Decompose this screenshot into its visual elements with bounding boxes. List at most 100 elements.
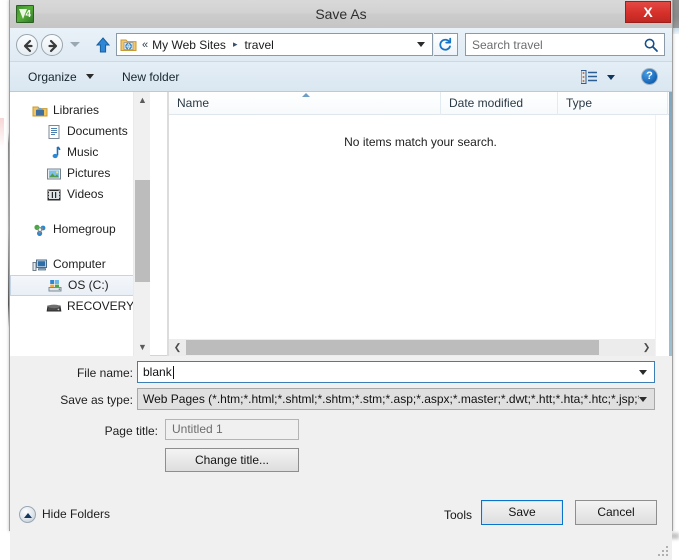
sidebar-item-recovery-d[interactable]: RECOVERY (D:) <box>10 296 150 317</box>
hide-folders-label: Hide Folders <box>42 507 110 521</box>
column-name-label: Name <box>177 96 209 110</box>
address-chevron-down-icon[interactable] <box>417 42 425 47</box>
navpane-scrollbar[interactable]: ▲ ▼ <box>133 92 150 356</box>
arrow-left-icon <box>20 38 36 54</box>
organize-menu[interactable]: Organize <box>22 62 100 92</box>
filelist-horizontal-scrollbar[interactable]: ❮ ❯ <box>169 339 655 356</box>
save-as-dialog: 4 Save As X <box>9 0 673 531</box>
videos-icon <box>46 187 62 203</box>
sidebar-item-label: Homegroup <box>53 219 116 240</box>
breadcrumb-travel[interactable]: travel <box>244 38 273 52</box>
sidebar-item-label: OS (C:) <box>68 275 109 296</box>
tree-group-spacer <box>10 240 150 254</box>
view-chevron-down-icon[interactable] <box>607 75 615 80</box>
search-icon[interactable] <box>643 37 659 56</box>
sidebar-item-documents[interactable]: Documents <box>10 121 150 142</box>
libraries-icon <box>32 103 48 119</box>
sort-ascending-icon <box>302 93 310 97</box>
dialog-body: LibrariesDocumentsMusicPicturesVideos Hom… <box>10 92 672 356</box>
music-icon <box>46 145 62 161</box>
sidebar-item-homegroup[interactable]: Homegroup <box>10 219 150 240</box>
recent-locations-chevron-down-icon[interactable] <box>70 42 80 47</box>
sidebar-item-videos[interactable]: Videos <box>10 184 150 205</box>
column-type-label: Type <box>566 96 592 110</box>
sidebar-item-music[interactable]: Music <box>10 142 150 163</box>
sidebar-item-label: Computer <box>53 254 106 275</box>
new-folder-label: New folder <box>122 70 179 84</box>
refresh-icon <box>437 37 453 53</box>
sidebar-item-label: Libraries <box>53 100 99 121</box>
address-bar[interactable]: « My Web Sites ▸ travel <box>116 33 433 56</box>
refresh-button[interactable] <box>434 33 458 56</box>
search-placeholder: Search travel <box>472 38 543 52</box>
sidebar-item-label: Pictures <box>67 163 110 184</box>
sidebar-item-label: Music <box>67 142 98 163</box>
empty-list-message: No items match your search. <box>169 135 672 149</box>
sidebar-item-os-c[interactable]: OS (C:) <box>10 275 150 296</box>
back-button[interactable] <box>16 34 38 56</box>
os-drive-icon <box>47 278 63 294</box>
resize-grip-icon[interactable] <box>658 546 669 557</box>
file-name-chevron-down-icon[interactable] <box>639 370 647 375</box>
breadcrumb-my-web-sites[interactable]: My Web Sites <box>152 38 226 52</box>
hide-folders-button[interactable]: Hide Folders <box>19 504 110 524</box>
file-name-label: File name: <box>30 366 133 380</box>
cancel-button[interactable]: Cancel <box>575 500 657 525</box>
organize-chevron-down-icon <box>86 74 94 79</box>
chevron-up-icon[interactable]: ▲ <box>134 92 150 109</box>
column-header-date-modified[interactable]: Date modified <box>441 92 558 115</box>
navigation-bar: « My Web Sites ▸ travel Search travel <box>10 28 672 62</box>
organize-label: Organize <box>28 70 77 84</box>
column-date-label: Date modified <box>449 96 523 110</box>
new-folder-button[interactable]: New folder <box>116 62 185 92</box>
page-title-readonly-field: Untitled 1 <box>165 419 299 440</box>
page-title: Save As <box>10 0 672 28</box>
arrow-right-icon <box>45 38 61 54</box>
chevron-down-icon[interactable]: ▼ <box>134 339 150 356</box>
save-button[interactable]: Save <box>481 500 563 525</box>
tools-menu[interactable]: Tools <box>444 504 472 526</box>
search-input[interactable]: Search travel <box>465 33 665 56</box>
view-list-icon[interactable] <box>581 70 597 84</box>
sidebar-item-computer[interactable]: Computer <box>10 254 150 275</box>
breadcrumb-overflow[interactable]: « <box>142 39 148 51</box>
save-as-type-label: Save as type: <box>30 393 133 407</box>
left-edge-highlight <box>0 118 4 148</box>
chevron-left-icon[interactable]: ❮ <box>169 339 186 356</box>
documents-icon <box>46 124 62 140</box>
filelist-edge-accent <box>669 92 672 356</box>
help-circle-icon[interactable]: ? <box>641 68 658 85</box>
chevron-right-icon[interactable]: ❯ <box>638 339 655 356</box>
scrollbar-thumb[interactable] <box>135 180 150 282</box>
sidebar-item-pictures[interactable]: Pictures <box>10 163 150 184</box>
save-as-type-select[interactable]: Web Pages (*.htm;*.html;*.shtml;*.shtm;*… <box>137 388 655 410</box>
save-as-type-chevron-down-icon[interactable] <box>639 397 647 402</box>
file-name-input[interactable]: blank <box>137 361 655 383</box>
command-toolbar: Organize New folder ? <box>10 62 672 92</box>
homegroup-icon <box>32 222 48 238</box>
forward-button[interactable] <box>41 34 63 56</box>
file-name-value: blank <box>143 365 172 379</box>
change-title-button[interactable]: Change title... <box>165 448 299 472</box>
text-cursor <box>173 366 174 379</box>
arrow-up-icon <box>94 36 112 54</box>
collapse-circle-icon <box>19 506 36 523</box>
navigation-pane: LibrariesDocumentsMusicPicturesVideos Hom… <box>10 92 150 356</box>
file-list-pane: Name Date modified Type No items match y… <box>169 92 672 356</box>
tree-group-spacer <box>10 205 150 219</box>
web-folder-icon <box>120 37 137 52</box>
page-title-label: Page title: <box>30 424 158 438</box>
breadcrumb-separator: ▸ <box>233 39 238 50</box>
column-header-row: Name Date modified Type <box>169 92 672 115</box>
hard-drive-icon <box>46 299 62 315</box>
computer-icon <box>32 257 48 273</box>
folder-tree: LibrariesDocumentsMusicPicturesVideos Hom… <box>10 100 150 317</box>
sidebar-item-libraries[interactable]: Libraries <box>10 100 150 121</box>
save-form: File name: blank Save as type: Web Pages… <box>10 356 672 560</box>
close-icon[interactable]: X <box>625 1 671 23</box>
up-one-level-button[interactable] <box>94 36 112 54</box>
column-header-name[interactable]: Name <box>169 92 441 115</box>
scrollbar-thumb[interactable] <box>186 340 599 355</box>
save-as-type-value: Web Pages (*.htm;*.html;*.shtml;*.shtm;*… <box>143 392 639 406</box>
column-header-type[interactable]: Type <box>558 92 668 115</box>
